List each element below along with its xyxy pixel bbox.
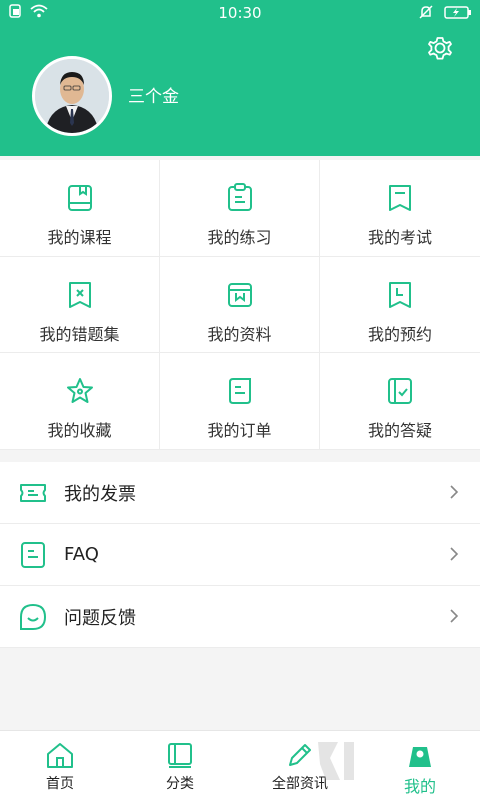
list-item-label: 问题反馈 (64, 607, 136, 629)
grid-item-materials[interactable]: 我的资料 (160, 256, 320, 354)
chevron-right-icon (450, 547, 459, 561)
book-icon (67, 185, 92, 211)
avatar[interactable] (32, 56, 112, 136)
tab-label: 我的 (403, 777, 436, 796)
order-icon (228, 378, 251, 405)
profile-icon (409, 747, 431, 767)
chevron-right-icon (450, 609, 459, 623)
feature-grid: 我的课程 我的练习 我的考试 我的错题集 我的资料 我的预约 我的收藏 我的订单… (0, 160, 480, 450)
wrong-question-icon (68, 281, 91, 308)
document-icon (21, 541, 45, 568)
status-time: 10:30 (218, 4, 262, 22)
grid-item-wrong-questions[interactable]: 我的错题集 (0, 256, 160, 354)
grid-item-label: 我的答疑 (367, 421, 432, 441)
list-item-faq[interactable]: FAQ (0, 524, 480, 586)
grid-item-exams[interactable]: 我的考试 (320, 160, 480, 257)
grid-item-label: 我的收藏 (47, 421, 112, 441)
tab-news[interactable]: 全部资讯 (240, 731, 360, 801)
tab-category[interactable]: 分类 (120, 731, 240, 801)
grid-item-orders[interactable]: 我的订单 (160, 353, 320, 450)
tab-label: 全部资讯 (272, 776, 328, 792)
category-book-icon (168, 743, 192, 768)
qa-icon (388, 378, 412, 405)
grid-item-label: 我的练习 (207, 228, 272, 247)
tab-label: 首页 (46, 776, 74, 792)
bottom-tab-bar: 首页 分类 全部资讯 我的 (0, 730, 480, 801)
materials-icon (227, 282, 252, 307)
username[interactable]: 三个金 (128, 82, 179, 107)
chevron-right-icon (450, 485, 459, 499)
grid-item-label: 我的订单 (207, 421, 272, 441)
clipboard-icon (227, 183, 252, 211)
ticket-icon (20, 483, 46, 502)
home-icon (47, 743, 73, 768)
list-item-label: FAQ (64, 544, 99, 565)
tab-label: 分类 (166, 776, 194, 792)
grid-item-label: 我的资料 (207, 324, 272, 344)
grid-item-favorites[interactable]: 我的收藏 (0, 353, 160, 450)
mute-bell-icon (419, 5, 433, 19)
settings-gear-icon[interactable] (424, 32, 456, 64)
clock-bookmark-icon (389, 281, 411, 308)
grid-item-courses[interactable]: 我的课程 (0, 160, 160, 257)
tab-profile[interactable]: 我的 (360, 731, 480, 801)
tab-home[interactable]: 首页 (0, 731, 120, 801)
avatar-photo (35, 59, 109, 133)
settings-list: 我的发票 FAQ 问题反馈 (0, 462, 480, 648)
grid-item-qa[interactable]: 我的答疑 (320, 353, 480, 450)
bookmark-icon (389, 185, 411, 211)
list-item-label: 我的发票 (64, 483, 136, 505)
grid-item-label: 我的预约 (367, 324, 432, 344)
grid-item-label: 我的错题集 (39, 324, 120, 344)
star-icon (66, 378, 93, 404)
list-item-feedback[interactable]: 问题反馈 (0, 586, 480, 648)
grid-item-practice[interactable]: 我的练习 (160, 160, 320, 257)
status-bar: 10:30 (0, 0, 480, 26)
profile-header: 10:30 三个金 (0, 0, 480, 156)
grid-item-label: 我的考试 (367, 228, 432, 247)
battery-icon (444, 6, 471, 19)
feedback-icon (20, 603, 47, 630)
grid-item-appointments[interactable]: 我的预约 (320, 257, 480, 354)
pencil-icon (289, 744, 311, 766)
grid-item-label: 我的课程 (47, 228, 112, 247)
list-item-invoices[interactable]: 我的发票 (0, 462, 480, 524)
